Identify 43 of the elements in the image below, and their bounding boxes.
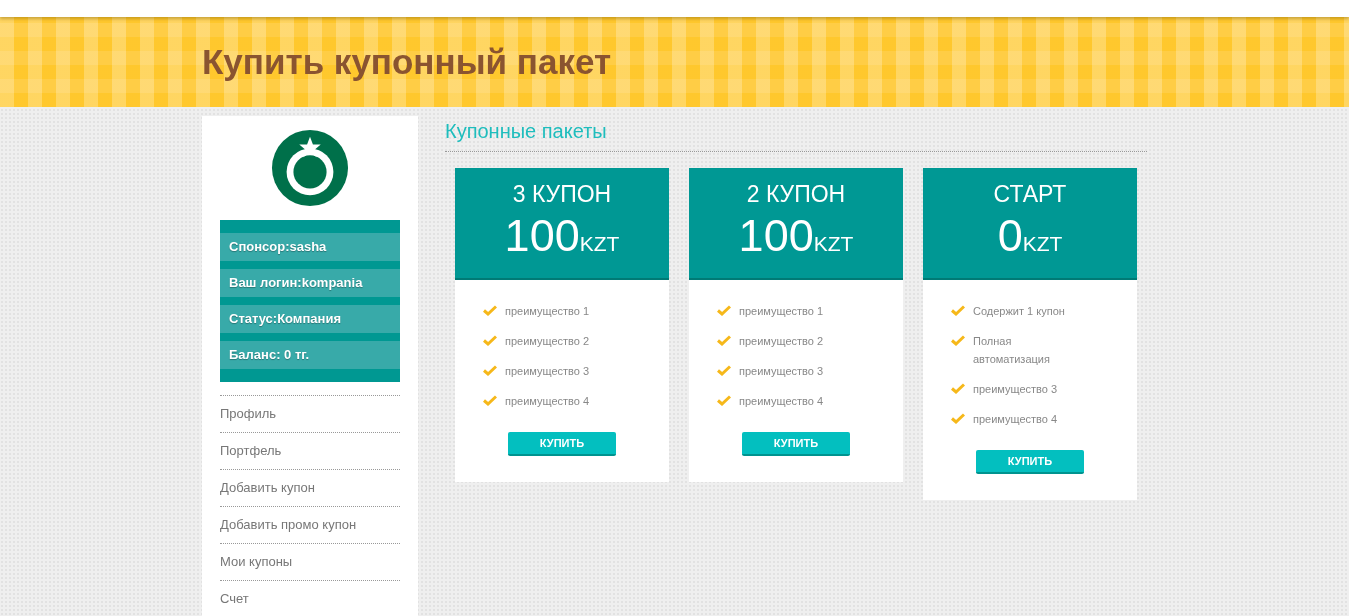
- feature-text: преимущество 3: [739, 364, 824, 379]
- feature-text: преимущество 3: [973, 382, 1058, 397]
- check-icon: [483, 305, 497, 316]
- package-name: 2 КУПОН: [745, 181, 847, 208]
- package-name: СТАРТ: [992, 181, 1068, 208]
- sidebar-menu-link[interactable]: Портфель: [220, 432, 400, 469]
- check-icon: [483, 335, 497, 346]
- check-icon: [951, 383, 965, 394]
- page-title: Купить купонный пакет: [202, 42, 612, 82]
- check-icon: [717, 305, 731, 316]
- feature-text: преимущество 4: [739, 394, 824, 409]
- account-info-row: Баланс: 0 тг.: [220, 341, 400, 369]
- account-info-row: Ваш логин:kompania: [220, 269, 400, 297]
- check-icon: [483, 395, 497, 406]
- package-name: 3 КУПОН: [511, 181, 613, 208]
- feature-text: Полная автоматизация: [973, 334, 1051, 367]
- package-price: 100KZT: [737, 210, 855, 262]
- check-icon: [717, 365, 731, 376]
- account-info-row: Спонсор:sasha: [220, 233, 400, 261]
- check-icon: [483, 365, 497, 376]
- feature-text: преимущество 4: [973, 412, 1058, 427]
- sidebar-menu-link[interactable]: Счет: [220, 580, 400, 616]
- check-icon: [717, 395, 731, 406]
- check-icon: [717, 335, 731, 346]
- feature-text: преимущество 4: [505, 394, 590, 409]
- logo-icon: [271, 129, 349, 207]
- feature-text: Содержит 1 купон: [973, 304, 1065, 319]
- check-icon: [951, 413, 965, 424]
- account-info-row: Статус:Компания: [220, 305, 400, 333]
- package-price: 100KZT: [503, 210, 621, 262]
- check-icon: [951, 305, 965, 316]
- feature-text: преимущество 1: [739, 304, 824, 319]
- sidebar-menu-link[interactable]: Добавить купон: [220, 469, 400, 506]
- feature-text: преимущество 2: [505, 334, 590, 349]
- feature-text: преимущество 1: [505, 304, 590, 319]
- sidebar-menu-link[interactable]: Мои купоны: [220, 543, 400, 580]
- section-title: Купонные пакеты: [445, 120, 1147, 152]
- package-price: 0KZT: [996, 210, 1064, 262]
- sidebar-menu-link[interactable]: Профиль: [220, 395, 400, 432]
- feature-text: преимущество 3: [505, 364, 590, 379]
- feature-text: преимущество 2: [739, 334, 824, 349]
- check-icon: [951, 335, 965, 346]
- sidebar-menu-link[interactable]: Добавить промо купон: [220, 506, 400, 543]
